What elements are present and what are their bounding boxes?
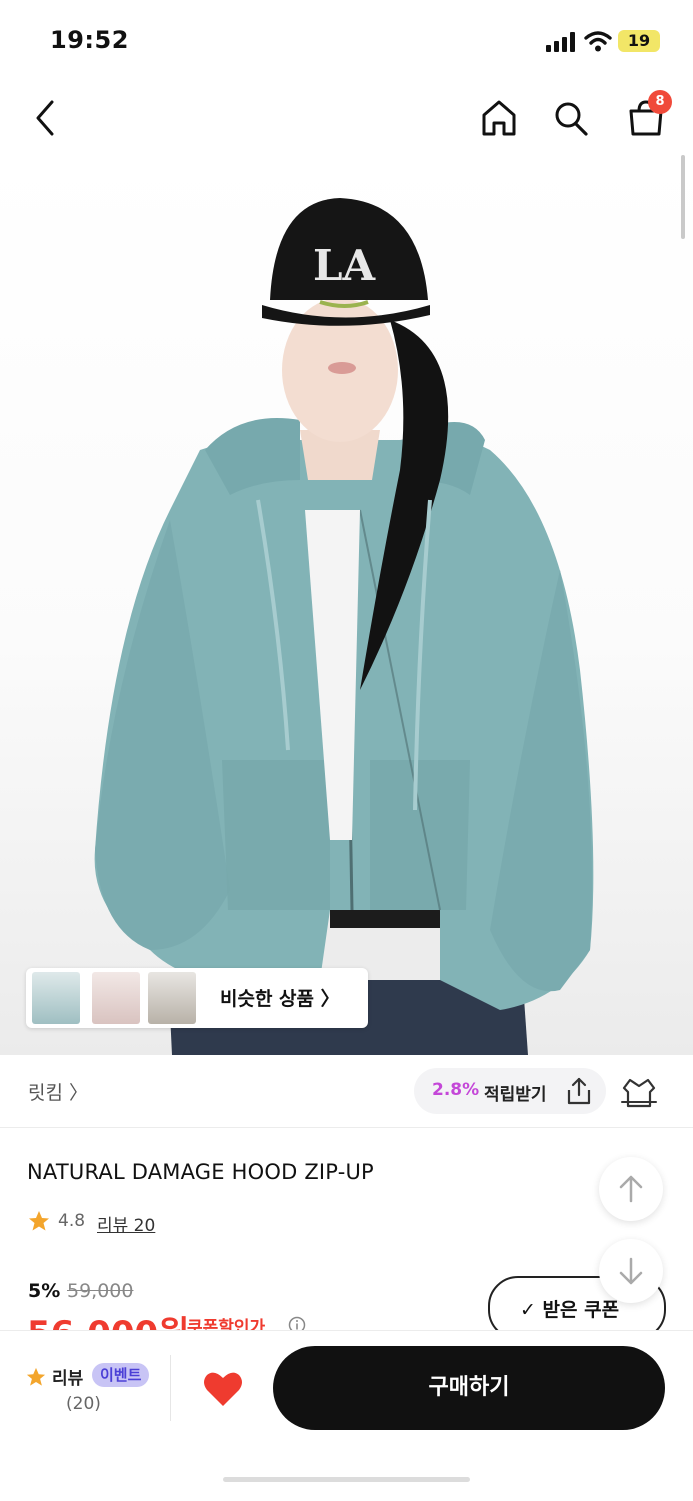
similar-products-button[interactable]: 비슷한 상품 〉 [26,968,368,1028]
similar-thumb-3 [148,972,196,1024]
points-reward-button[interactable]: 2.8% 적립받기 [414,1068,606,1114]
status-time: 19:52 [50,26,129,54]
brand-link[interactable]: 릿킴 〉 [28,1078,88,1105]
arrow-up-icon [619,1175,643,1203]
rating-value: 4.8 [58,1211,86,1231]
share-icon[interactable] [564,1076,594,1106]
search-icon[interactable] [552,98,590,138]
bottom-action-bar: 리뷰 이벤트 (20) 구매하기 [0,1330,693,1501]
size-fit-icon[interactable] [620,1072,658,1112]
heart-icon[interactable] [202,1369,244,1409]
scrollbar-thumb[interactable] [681,155,685,239]
event-badge: 이벤트 [92,1363,150,1387]
scroll-bottom-button[interactable] [599,1239,663,1303]
cellular-signal-icon [546,32,575,52]
model-illustration: LA [94,198,594,1055]
original-price: 59,000 [67,1280,134,1302]
similar-products-label: 비슷한 상품 〉 [220,988,340,1010]
buy-button[interactable]: 구매하기 [273,1346,665,1430]
cap-logo-text: LA [313,241,377,290]
review-star-icon [26,1367,46,1386]
star-icon [29,1211,49,1231]
similar-thumb-1 [32,972,80,1024]
points-percent: 2.8% [432,1080,480,1100]
home-indicator [223,1477,470,1482]
scroll-top-button[interactable] [599,1157,663,1221]
review-event-label[interactable]: 리뷰 [52,1364,83,1389]
product-title: NATURAL DAMAGE HOOD ZIP-UP [27,1160,374,1184]
points-label: 적립받기 [484,1085,547,1105]
section-divider [0,1127,693,1128]
discount-percent: 5% [28,1280,61,1302]
review-count: (20) [66,1394,101,1414]
product-hero-image[interactable]: LA [0,150,693,1055]
wifi-icon [584,31,612,52]
arrow-down-icon [619,1257,643,1285]
back-icon[interactable] [28,98,64,138]
battery-indicator: 19 [618,30,660,52]
bottom-divider [170,1355,171,1421]
home-icon[interactable] [480,98,518,138]
similar-thumb-2 [92,972,140,1024]
cart-count-badge: 8 [648,90,672,114]
review-count-link[interactable]: 리뷰 20 [97,1211,155,1236]
